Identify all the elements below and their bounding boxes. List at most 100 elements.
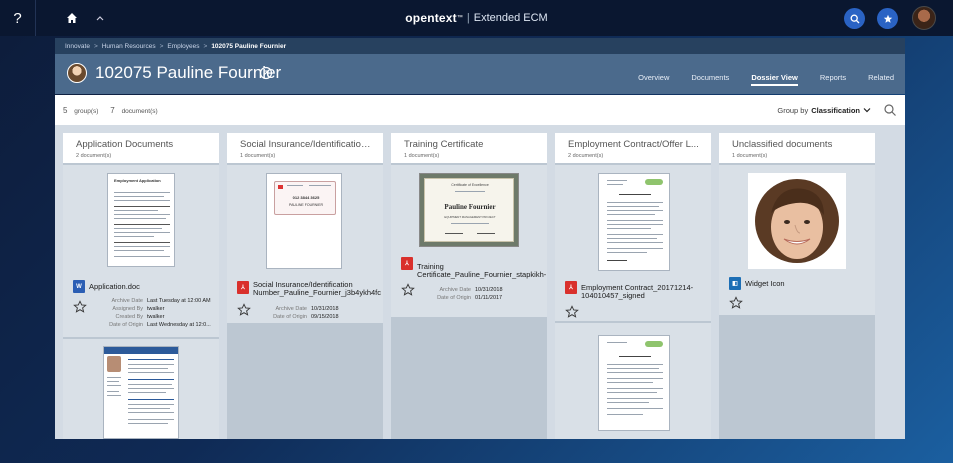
document-name-row[interactable]: ⅄ Training Certificate_Pauline_Fournier_… <box>401 257 546 279</box>
document-name-row[interactable]: W Application.doc <box>73 280 140 293</box>
certificate-heading: Certificate of Excellence <box>451 183 489 187</box>
search-button[interactable] <box>844 8 865 29</box>
certificate-name: Pauline Fournier <box>444 203 496 211</box>
favorite-star-icon[interactable] <box>729 296 743 310</box>
document-metadata: Archive Date 10/31/2018 Date of Origin 01/… <box>419 286 503 302</box>
dossier-group: Training Certificate 1 document(s) Certi… <box>391 133 547 439</box>
document-name-row[interactable]: ⅄ Employment Contract_20171214- 10401045… <box>565 281 693 300</box>
document-card[interactable]: 012 3844 3625 PAULINE FOURNIER ⅄ Social … <box>227 165 383 323</box>
group-by-value[interactable]: Classification <box>811 106 860 115</box>
document-name-continued[interactable]: 104010457_signed <box>581 292 693 300</box>
meta-value: 09/15/2018 <box>311 314 339 320</box>
chevron-down-icon[interactable] <box>863 107 871 113</box>
document-name-continued[interactable]: Number_Pauline_Fournier_j3b4ykh4fc <box>253 289 381 297</box>
group-title: Employment Contract/Offer L... <box>568 139 699 150</box>
group-by-selector[interactable]: Group by Classification <box>777 95 871 125</box>
document-thumbnail[interactable]: Employment Application <box>107 173 175 267</box>
pdf-icon: ⅄ <box>401 257 413 270</box>
document-count: 7 <box>110 105 115 115</box>
document-thumbnail[interactable] <box>748 173 846 269</box>
favorites-button[interactable] <box>877 8 898 29</box>
meta-value: Last Tuesday at 12:00 AM <box>147 298 211 304</box>
breadcrumb-separator: > <box>159 42 164 50</box>
breadcrumb: Innovate > Human Resources > Employees >… <box>55 38 905 54</box>
document-card[interactable]: ◧ Widget Icon <box>719 165 875 315</box>
group-doc-count: 2 document(s) <box>76 153 112 159</box>
dossier-group: Employment Contract/Offer L... 2 documen… <box>555 133 711 439</box>
document-name[interactable]: Application.doc <box>89 283 140 291</box>
document-thumbnail[interactable] <box>598 173 670 271</box>
tab-documents[interactable]: Documents <box>691 54 729 94</box>
meta-value: 10/31/2018 <box>475 287 503 293</box>
document-name[interactable]: Widget Icon <box>745 280 785 288</box>
thumbnail-heading: Employment Application <box>114 178 161 183</box>
document-name-row[interactable]: ◧ Widget Icon <box>729 277 785 290</box>
meta-key: Created By <box>115 314 143 320</box>
document-thumbnail[interactable] <box>103 346 179 439</box>
user-avatar[interactable] <box>912 6 936 30</box>
tab-reports[interactable]: Reports <box>820 54 846 94</box>
counts: 5 group(s) 7 document(s) <box>63 106 168 115</box>
favorite-star-icon[interactable] <box>237 303 251 317</box>
document-name-row[interactable]: ⅄ Social Insurance/Identification Number… <box>237 281 381 297</box>
group-count-label: group(s) <box>74 107 99 115</box>
group-doc-count: 2 document(s) <box>568 153 604 159</box>
document-name-continued[interactable]: Certificate_Pauline_Fournier_stapkikh- <box>417 271 546 279</box>
group-header: Training Certificate 1 document(s) <box>391 133 547 163</box>
dossier-toolbar: 5 group(s) 7 document(s) Group by Classi… <box>55 95 905 125</box>
search-icon[interactable] <box>883 103 897 117</box>
document-thumbnail[interactable]: 012 3844 3625 PAULINE FOURNIER <box>266 173 342 269</box>
document-card[interactable]: Certificate of Excellence Pauline Fourni… <box>391 165 547 317</box>
top-bar: ? <box>0 0 953 36</box>
navigate-up-button[interactable] <box>90 0 110 36</box>
breadcrumb-separator: > <box>93 42 98 50</box>
meta-key: Archive Date <box>439 287 472 293</box>
document-metadata: Archive Date 10/31/2018 Date of Origin 09/… <box>255 305 339 321</box>
meta-value: Last Wednesday at 12:0... <box>147 322 211 328</box>
search-icon <box>850 14 859 23</box>
meta-value: 10/31/2018 <box>311 306 339 312</box>
document-count-label: document(s) <box>121 107 158 115</box>
meta-key: Date of Origin <box>273 314 307 320</box>
card-name: PAULINE FOURNIER <box>289 203 323 207</box>
card-number: 012 3844 3625 <box>292 195 320 200</box>
meta-key: Archive Date <box>275 306 308 312</box>
tab-bar: Overview Documents Dossier View Reports … <box>627 54 905 94</box>
breadcrumb-item[interactable]: Employees <box>167 43 199 50</box>
group-title: Application Documents <box>76 139 174 150</box>
tab-related[interactable]: Related <box>868 54 894 94</box>
tab-dossier-view[interactable]: Dossier View <box>751 54 798 94</box>
open-link-icon[interactable] <box>259 66 273 80</box>
document-card[interactable]: ⅄ Employment Contract_20171214- 10401045… <box>555 165 711 321</box>
meta-value: 01/11/2017 <box>475 295 503 301</box>
document-thumbnail[interactable]: Certificate of Excellence Pauline Fourni… <box>419 173 519 247</box>
page-title: 102075 Pauline Fournier <box>95 63 282 82</box>
meta-key: Archive Date <box>111 298 144 304</box>
home-button[interactable] <box>58 0 86 36</box>
document-card[interactable]: Employment Application W Application.doc… <box>63 165 219 337</box>
help-button[interactable]: ? <box>0 0 36 36</box>
dossier-group: Social Insurance/Identification... 1 doc… <box>227 133 383 439</box>
favorite-star-icon[interactable] <box>73 300 87 314</box>
tab-overview[interactable]: Overview <box>638 54 669 94</box>
group-doc-count: 1 document(s) <box>240 153 276 159</box>
breadcrumb-item[interactable]: Innovate <box>65 43 90 50</box>
widget-icon: ◧ <box>729 277 741 290</box>
document-metadata: Archive Date Last Tuesday at 12:00 AM Ass… <box>91 297 211 329</box>
home-icon <box>67 13 77 23</box>
group-by-label: Group by <box>777 105 809 115</box>
breadcrumb-item[interactable]: Human Resources <box>102 43 156 50</box>
meta-key: Date of Origin <box>109 322 143 328</box>
favorite-star-icon[interactable] <box>401 283 415 297</box>
favorite-star-icon[interactable] <box>565 305 579 319</box>
group-header: Unclassified documents 1 document(s) <box>719 133 875 163</box>
meta-value: twalker <box>147 314 165 320</box>
meta-value: twalker <box>147 306 165 312</box>
dossier-group: Unclassified documents 1 document(s) ◧ W… <box>719 133 875 439</box>
chevron-up-icon <box>96 16 104 21</box>
document-card[interactable] <box>63 339 219 439</box>
document-thumbnail[interactable] <box>598 335 670 431</box>
meta-key: Date of Origin <box>437 295 471 301</box>
dossier-content: Application Documents 2 document(s) Empl… <box>55 125 905 439</box>
document-card[interactable] <box>555 323 711 439</box>
